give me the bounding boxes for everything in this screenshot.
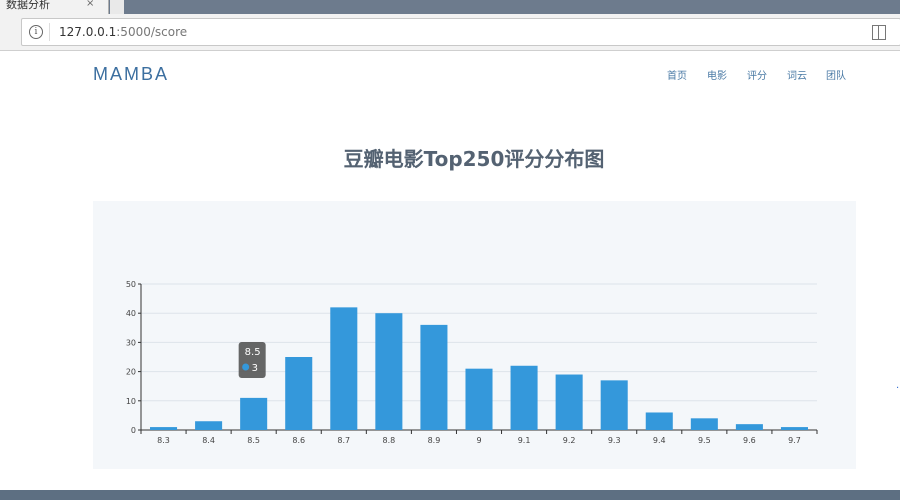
nav-item-movies[interactable]: 电影: [707, 67, 727, 82]
x-tick-label: 8.7: [337, 436, 350, 445]
chart-panel: 0 10 20 30 40 50 8.3 8.4 8.5 8.6 8.7 8.8 8.9 9 9.1 9.2 9…: [93, 201, 856, 469]
x-tick-label: 8.8: [382, 436, 395, 445]
site-logo[interactable]: MAMBA: [93, 64, 169, 85]
x-tick-label: 8.5: [247, 436, 260, 445]
close-tab-icon[interactable]: ×: [86, 0, 94, 9]
address-separator: [49, 23, 50, 41]
address-bar[interactable]: i 127.0.0.1:5000/score: [21, 18, 900, 46]
bar-8.3[interactable]: [150, 427, 178, 430]
browser-tab-strip: 数据分析 ×: [0, 0, 900, 14]
reader-mode-icon[interactable]: [872, 25, 886, 40]
bar-9.5[interactable]: [690, 418, 718, 430]
url-text[interactable]: 127.0.0.1:5000/score: [59, 23, 187, 41]
url-host: 127.0.0.1: [59, 25, 117, 39]
bar-8.7[interactable]: [330, 307, 358, 430]
y-tick-label: 30: [126, 338, 136, 347]
x-tick-label: 9.4: [653, 436, 666, 445]
y-tick-label: 10: [126, 397, 136, 406]
tooltip-value: 3: [252, 363, 258, 374]
x-tick-label: 8.6: [292, 436, 305, 445]
x-tick-label: 9.7: [788, 436, 801, 445]
x-tick-label: 8.9: [428, 436, 441, 445]
bar-9.2[interactable]: [555, 374, 583, 430]
y-tick-label: 50: [126, 280, 136, 289]
browser-tab[interactable]: 数据分析 ×: [0, 0, 109, 14]
new-tab-button[interactable]: [110, 0, 124, 14]
x-tick-label: 9.1: [518, 436, 531, 445]
x-tick-label: 8.4: [202, 436, 215, 445]
tooltip-series-dot: [242, 363, 250, 371]
nav-item-wordcloud[interactable]: 词云: [787, 67, 807, 82]
bar-8.5[interactable]: [240, 397, 268, 430]
bar-8.6[interactable]: [285, 357, 313, 430]
info-icon[interactable]: i: [29, 25, 43, 39]
bar-9.4[interactable]: [645, 412, 673, 430]
bar-9.6[interactable]: [735, 424, 763, 430]
url-path: :5000/score: [116, 25, 188, 39]
x-tick-label: 9.2: [563, 436, 576, 445]
nav-item-home[interactable]: 首页: [667, 67, 687, 82]
y-tick-label: 20: [126, 368, 136, 377]
x-tick-label: 9: [476, 436, 481, 445]
browser-tab-title: 数据分析: [6, 0, 50, 11]
page-footer: [0, 490, 900, 500]
page-title: 豆瓣电影Top250评分分布图: [343, 147, 605, 171]
scroll-edge-mark: .: [896, 380, 900, 391]
nav-item-score[interactable]: 评分: [747, 67, 767, 82]
bar-9.7[interactable]: [780, 427, 808, 430]
x-tick-label: 9.5: [698, 436, 711, 445]
bar-9.3[interactable]: [600, 380, 628, 430]
x-tick-label: 9.6: [743, 436, 756, 445]
tooltip-category: 8.5: [245, 347, 261, 358]
score-bar-chart[interactable]: 0 10 20 30 40 50 8.3 8.4 8.5 8.6 8.7 8.8 8.9 9 9.1 9.2 9…: [93, 201, 856, 469]
bar-8.9[interactable]: [420, 324, 448, 430]
nav-item-team[interactable]: 团队: [826, 67, 846, 82]
y-tick-label: 40: [126, 309, 136, 318]
bar-9[interactable]: [465, 368, 493, 430]
x-tick-label: 9.3: [608, 436, 621, 445]
bar-9.1[interactable]: [510, 365, 538, 430]
browser-toolbar: i 127.0.0.1:5000/score: [0, 14, 900, 51]
x-tick-label: 8.3: [157, 436, 170, 445]
bar-8.4[interactable]: [195, 421, 223, 430]
bar-8.8[interactable]: [375, 313, 403, 430]
y-tick-label: 0: [131, 426, 136, 435]
